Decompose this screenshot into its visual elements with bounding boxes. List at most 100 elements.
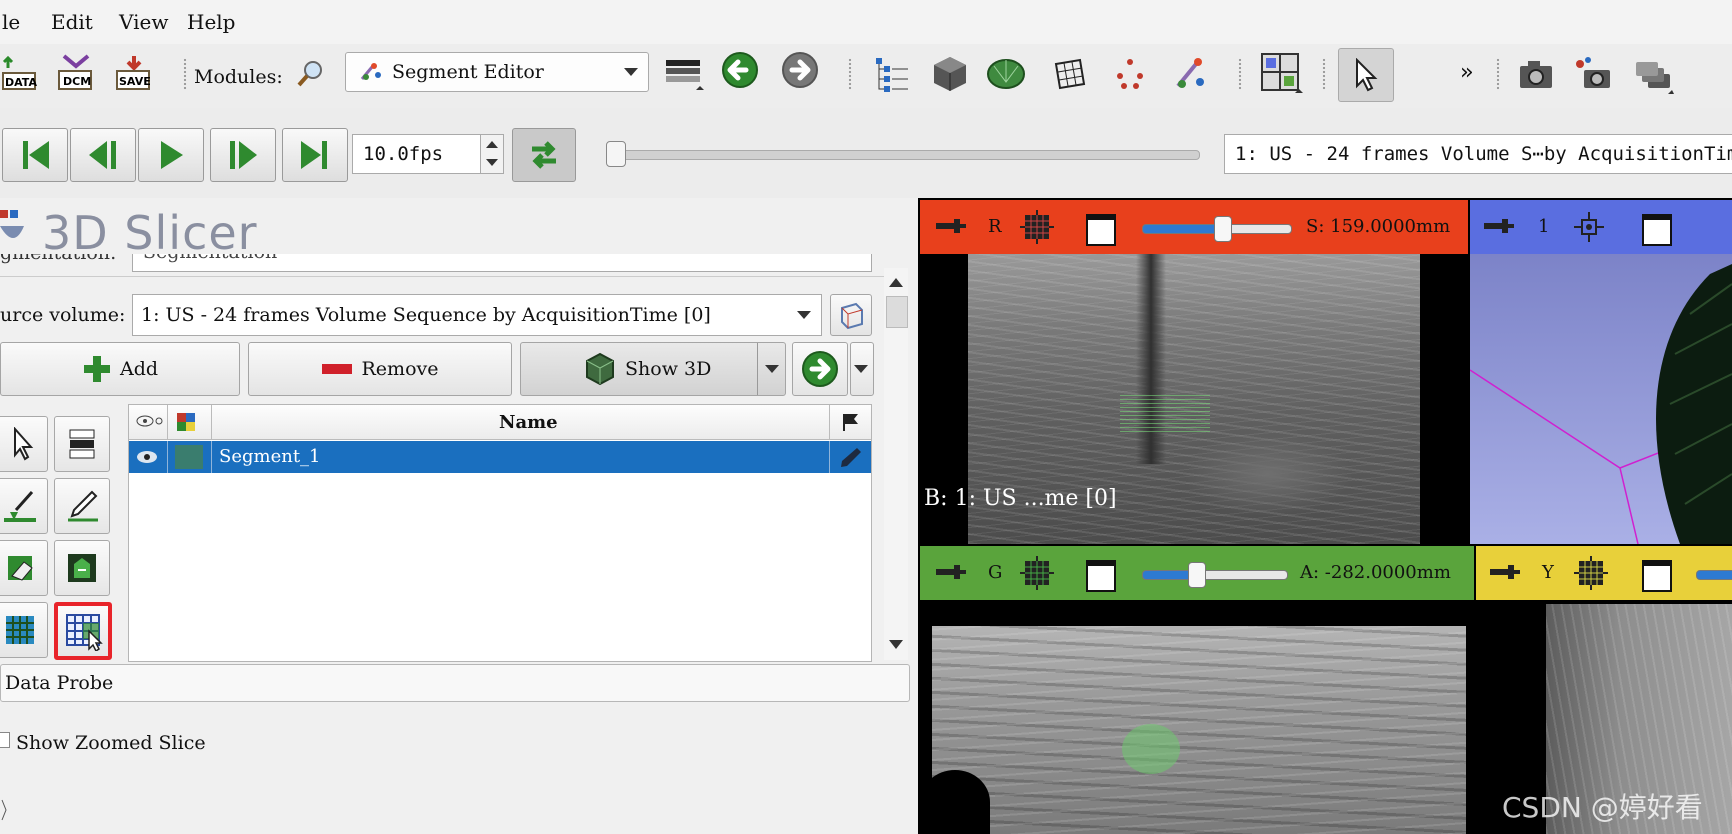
tool-draw[interactable] — [54, 478, 110, 534]
eye-icon[interactable] — [135, 449, 159, 469]
model-3d-icon — [586, 352, 614, 386]
first-frame-button[interactable] — [2, 128, 68, 182]
forward-button[interactable] — [780, 52, 820, 92]
tool-paint[interactable] — [0, 478, 48, 534]
save-icon: SAVE — [116, 56, 151, 90]
loop-toggle-button[interactable] — [512, 128, 576, 182]
toolbar-overflow-button[interactable]: » — [1460, 60, 1473, 85]
source-volume-options-button[interactable] — [830, 294, 872, 336]
maximize-view-icon[interactable] — [1086, 214, 1116, 246]
scroll-down-icon[interactable] — [889, 640, 903, 649]
tool-threshold[interactable] — [54, 416, 110, 472]
models-button[interactable] — [986, 54, 1026, 94]
sequence-browser-selector[interactable]: 1: US - 24 frames Volume S⋯by Acquisitio… — [1224, 134, 1732, 174]
scrollbar-thumb[interactable] — [886, 296, 908, 328]
more-options-button[interactable] — [850, 342, 874, 396]
scroll-up-icon[interactable] — [889, 278, 903, 287]
volume-rendering-button[interactable] — [930, 54, 970, 94]
transforms-button[interactable] — [1050, 54, 1090, 94]
load-data-button[interactable]: DATA — [0, 54, 40, 94]
window-level-button[interactable] — [664, 54, 704, 94]
source-volume-selector[interactable]: 1: US - 24 frames Volume Sequence by Acq… — [132, 294, 822, 336]
remove-segment-button[interactable]: Remove — [248, 342, 512, 396]
pin-icon[interactable] — [936, 564, 966, 583]
red-slice-view[interactable]: B: 1: US ...me [0] — [920, 254, 1468, 544]
back-button[interactable] — [720, 52, 760, 92]
tool-margin-highlighted[interactable] — [54, 602, 112, 660]
table-row[interactable]: Segment_1 — [129, 441, 871, 473]
previous-frame-button[interactable] — [70, 128, 136, 182]
maximize-view-icon[interactable] — [1642, 214, 1672, 246]
segment-editor-button[interactable] — [1170, 54, 1210, 94]
toolbar-grip[interactable] — [1496, 58, 1500, 90]
resize-handle[interactable] — [0, 790, 8, 830]
screenshot-button[interactable] — [1516, 54, 1556, 94]
last-frame-button[interactable] — [282, 128, 348, 182]
camera-icon — [1520, 61, 1552, 88]
data-module-button[interactable] — [872, 54, 912, 94]
chevron-down-icon[interactable] — [765, 365, 779, 373]
toolbar-grip[interactable] — [848, 58, 852, 90]
toolbar-grip[interactable] — [183, 58, 187, 90]
tool-none[interactable] — [0, 416, 48, 472]
menu-edit[interactable]: Edit — [51, 10, 93, 34]
chevron-up-icon[interactable] — [486, 141, 498, 148]
green-slice-offset-slider[interactable] — [1142, 570, 1288, 580]
yellow-slice-offset-slider[interactable] — [1696, 570, 1732, 580]
menu-view[interactable]: View — [119, 10, 168, 34]
panel-scrollbar[interactable] — [884, 268, 908, 660]
module-selector[interactable]: Segment Editor — [345, 52, 649, 92]
mouse-mode-select-button[interactable] — [1338, 48, 1394, 102]
layout-button[interactable] — [1258, 50, 1304, 96]
dicom-button[interactable]: DCM — [56, 54, 96, 94]
fps-stepper[interactable] — [480, 135, 503, 173]
maximize-view-icon[interactable] — [1086, 560, 1116, 592]
name-column-header[interactable]: Name — [499, 412, 558, 433]
scene-view-button[interactable] — [1572, 54, 1612, 94]
fps-spinbox[interactable]: 10.0fps — [352, 134, 504, 174]
show-zoomed-checkbox[interactable] — [0, 732, 10, 748]
segmentation-selector[interactable]: Segmentation — [132, 254, 872, 272]
sequence-slider-handle[interactable] — [606, 141, 626, 167]
color-column-icon — [177, 413, 195, 435]
next-frame-button[interactable] — [210, 128, 276, 182]
toolbar-grip[interactable] — [1238, 58, 1242, 90]
play-button[interactable] — [138, 128, 204, 182]
center-view-icon[interactable] — [1574, 212, 1604, 246]
pin-icon[interactable] — [1484, 218, 1514, 237]
green-slice-view[interactable] — [920, 600, 1474, 834]
green-slice-slider-handle[interactable] — [1188, 562, 1206, 588]
arrow-left-icon — [722, 52, 758, 88]
data-probe-header[interactable]: Data Probe — [0, 664, 910, 702]
save-button[interactable]: SAVE — [114, 54, 154, 94]
add-segment-button[interactable]: Add — [0, 342, 240, 396]
pin-icon[interactable] — [936, 218, 966, 237]
module-search-button[interactable] — [292, 56, 328, 92]
toolbar-grip[interactable] — [1322, 58, 1326, 90]
menu-help[interactable]: Help — [187, 10, 235, 34]
red-slice-slider-handle[interactable] — [1214, 216, 1232, 242]
scene-views-button[interactable] — [1634, 54, 1674, 94]
next-step-button[interactable] — [792, 342, 848, 396]
menu-file[interactable]: le — [2, 10, 20, 34]
load-data-icon: DATA — [2, 55, 37, 90]
pin-icon[interactable] — [1490, 564, 1520, 583]
tool-grow-from-seeds[interactable] — [0, 602, 48, 658]
segment-overlay — [1120, 394, 1210, 432]
segment-name[interactable]: Segment_1 — [219, 446, 321, 467]
slice-grid-icon[interactable] — [1020, 556, 1054, 594]
segment-color-swatch[interactable] — [175, 445, 203, 469]
chevron-down-icon[interactable] — [486, 159, 498, 166]
source-volume-label: urce volume: — [0, 304, 126, 326]
tool-level-tracing[interactable] — [54, 540, 110, 596]
slice-grid-icon[interactable] — [1574, 556, 1608, 594]
threed-view[interactable] — [1470, 254, 1732, 544]
tool-erase[interactable] — [0, 540, 48, 596]
edit-pencil-icon[interactable] — [839, 446, 863, 472]
slice-grid-icon[interactable] — [1020, 210, 1054, 248]
maximize-view-icon[interactable] — [1642, 560, 1672, 592]
ultrasound-image — [932, 626, 1466, 834]
sequence-frame-slider[interactable] — [610, 150, 1200, 160]
show-3d-button[interactable]: Show 3D — [520, 342, 786, 396]
markups-button[interactable] — [1110, 54, 1150, 94]
